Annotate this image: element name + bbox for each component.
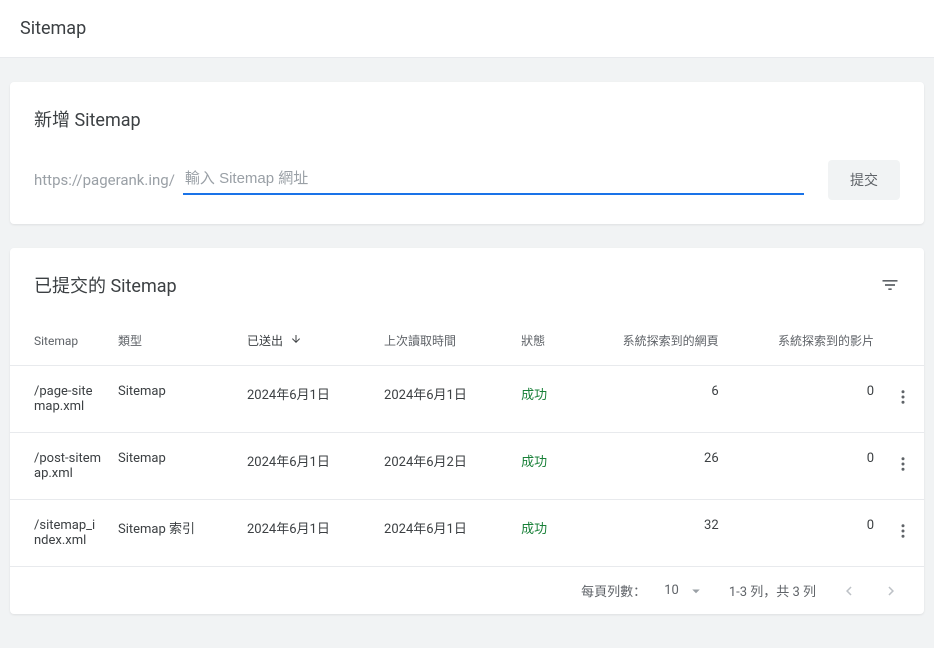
row-more-button[interactable] — [890, 518, 916, 544]
prev-page-button[interactable] — [840, 582, 858, 600]
sort-descending-icon — [290, 333, 302, 345]
cell-type: Sitemap — [110, 366, 239, 433]
row-more-button[interactable] — [890, 384, 916, 410]
rows-per-page-value: 10 — [664, 583, 679, 598]
cell-sent: 2024年6月1日 — [239, 433, 376, 500]
cell-status: 成功 — [513, 500, 571, 567]
cell-videos: 0 — [727, 366, 882, 433]
cell-sent: 2024年6月1日 — [239, 500, 376, 567]
submit-button[interactable]: 提交 — [828, 160, 900, 200]
col-header-videos[interactable]: 系統探索到的影片 — [727, 316, 882, 366]
domain-prefix: https://pagerank.ing/ — [34, 171, 175, 189]
cell-pages: 6 — [571, 366, 726, 433]
col-header-status[interactable]: 狀態 — [513, 316, 571, 366]
pagination-range: 1-3 列，共 3 列 — [729, 581, 816, 600]
cell-last-read: 2024年6月1日 — [376, 500, 513, 567]
row-more-button[interactable] — [890, 451, 916, 477]
pagination: 每頁列數： 10 1-3 列，共 3 列 — [10, 567, 924, 614]
sitemap-url-input[interactable] — [183, 166, 804, 195]
col-header-type[interactable]: 類型 — [110, 316, 239, 366]
cell-sitemap: /post-sitemap.xml — [10, 433, 110, 500]
col-header-sitemap[interactable]: Sitemap — [10, 316, 110, 366]
rows-per-page-select[interactable]: 10 — [664, 582, 705, 600]
pagination-nav — [840, 582, 900, 600]
submitted-header: 已提交的 Sitemap — [10, 248, 924, 316]
col-header-sent-label: 已送出 — [247, 334, 283, 348]
cell-videos: 0 — [727, 500, 882, 567]
cell-pages: 26 — [571, 433, 726, 500]
cell-pages: 32 — [571, 500, 726, 567]
page-title: Sitemap — [20, 18, 914, 39]
cell-status: 成功 — [513, 433, 571, 500]
cell-sitemap: /page-sitemap.xml — [10, 366, 110, 433]
rows-per-page: 每頁列數： 10 — [581, 581, 705, 600]
table-header-row: Sitemap 類型 已送出 上次讀取時間 狀態 系統探索到的網頁 系統探索到的… — [10, 316, 924, 366]
cell-status: 成功 — [513, 366, 571, 433]
col-header-pages[interactable]: 系統探索到的網頁 — [571, 316, 726, 366]
submitted-title: 已提交的 Sitemap — [34, 272, 177, 298]
main-container: 新增 Sitemap https://pagerank.ing/ 提交 已提交的… — [0, 58, 934, 648]
rows-per-page-label: 每頁列數： — [581, 581, 646, 600]
next-page-button[interactable] — [882, 582, 900, 600]
filter-icon[interactable] — [880, 275, 900, 295]
cell-last-read: 2024年6月1日 — [376, 366, 513, 433]
cell-sent: 2024年6月1日 — [239, 366, 376, 433]
submitted-sitemaps-card: 已提交的 Sitemap Sitemap 類型 已送出 上次讀取時間 — [10, 248, 924, 614]
add-sitemap-card: 新增 Sitemap https://pagerank.ing/ 提交 — [10, 82, 924, 224]
col-header-last-read[interactable]: 上次讀取時間 — [376, 316, 513, 366]
table-row[interactable]: /page-sitemap.xml Sitemap 2024年6月1日 2024… — [10, 366, 924, 433]
cell-type: Sitemap 索引 — [110, 500, 239, 567]
cell-videos: 0 — [727, 433, 882, 500]
page-header: Sitemap — [0, 0, 934, 58]
col-header-sent[interactable]: 已送出 — [239, 316, 376, 366]
cell-type: Sitemap — [110, 433, 239, 500]
add-sitemap-row: https://pagerank.ing/ 提交 — [34, 160, 900, 200]
cell-sitemap: /sitemap_index.xml — [10, 500, 110, 567]
sitemaps-table: Sitemap 類型 已送出 上次讀取時間 狀態 系統探索到的網頁 系統探索到的… — [10, 316, 924, 567]
add-sitemap-title: 新增 Sitemap — [34, 106, 900, 132]
table-row[interactable]: /post-sitemap.xml Sitemap 2024年6月1日 2024… — [10, 433, 924, 500]
dropdown-icon — [687, 582, 705, 600]
table-row[interactable]: /sitemap_index.xml Sitemap 索引 2024年6月1日 … — [10, 500, 924, 567]
cell-last-read: 2024年6月2日 — [376, 433, 513, 500]
